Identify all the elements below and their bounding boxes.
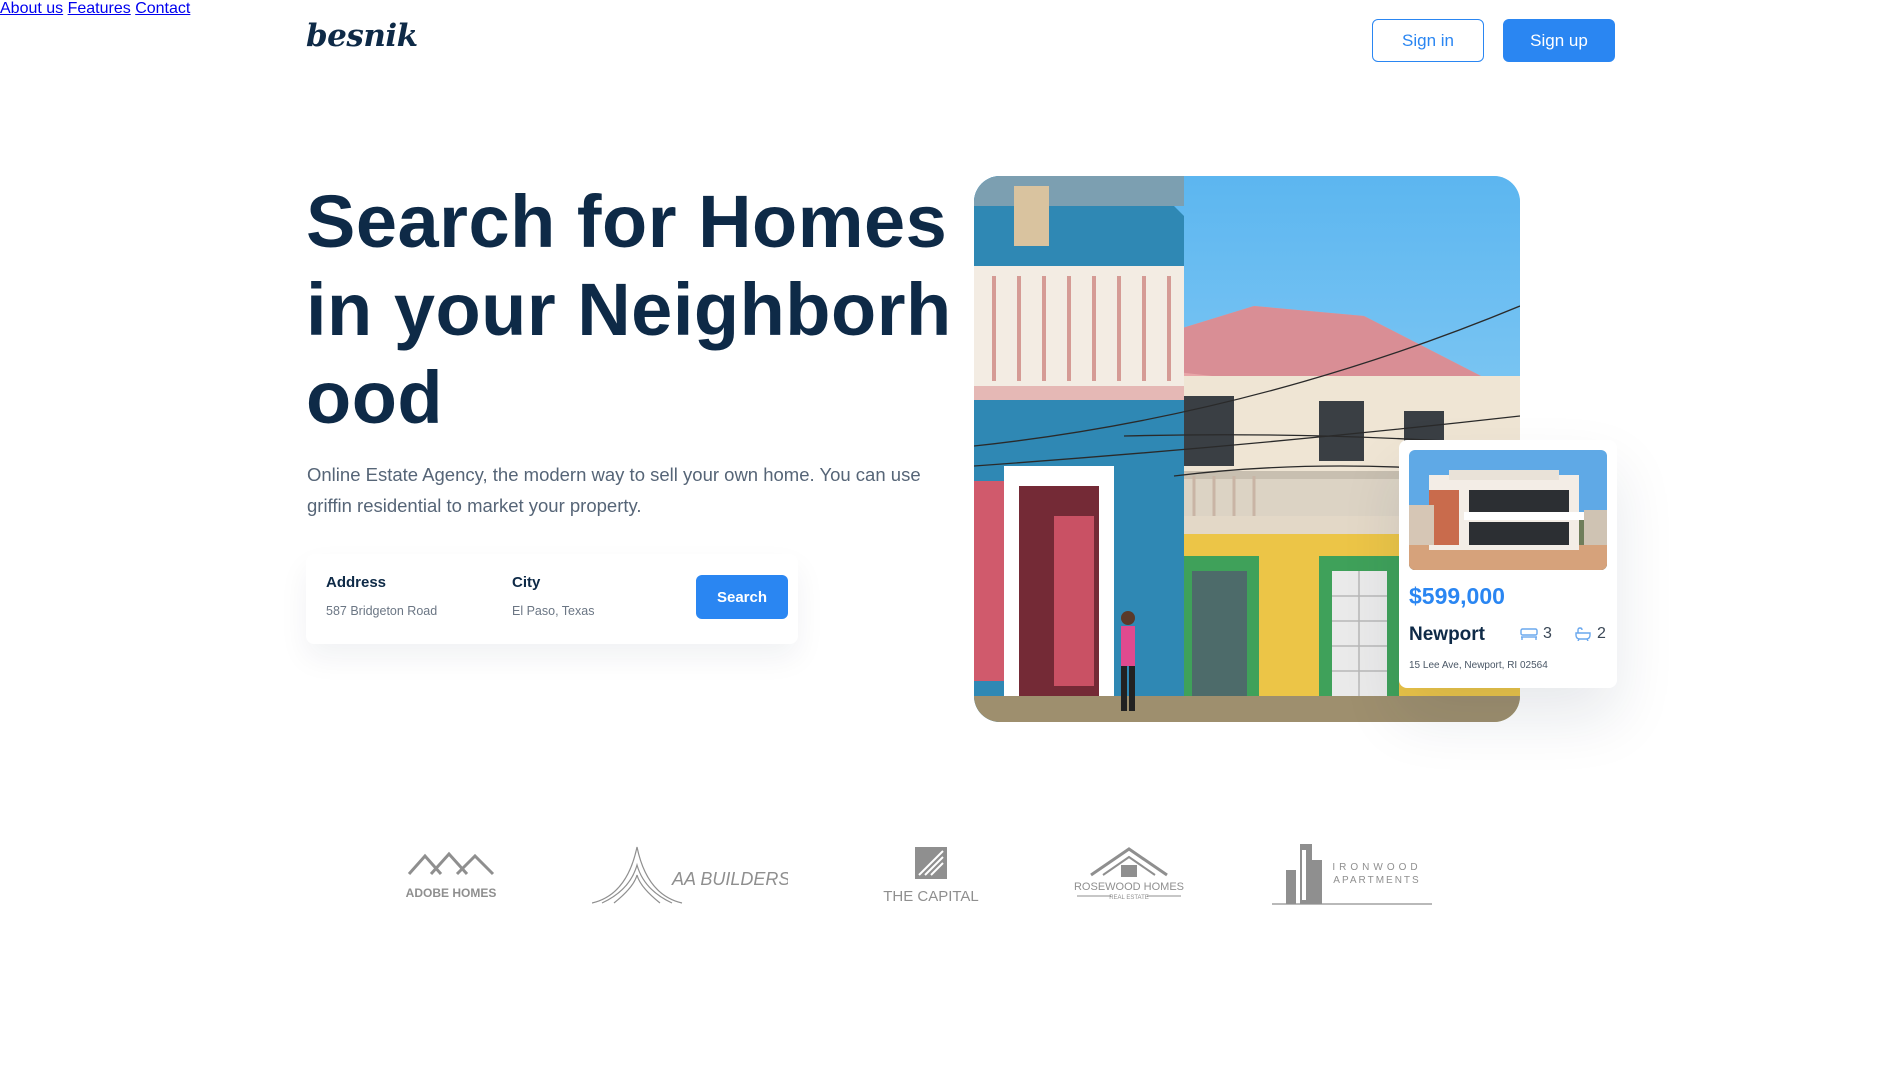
nav-contact[interactable]: Contact (135, 0, 190, 17)
ironwood-apartments-logo: IRONWOOD APARTMENTS (1272, 844, 1432, 905)
city-field[interactable]: City El Paso, Texas (512, 574, 594, 618)
city-value[interactable]: El Paso, Texas (512, 604, 594, 618)
partner-tagline: REAL ESTATE (1109, 895, 1149, 901)
brand-logo[interactable]: besnik (306, 18, 418, 54)
hero-subtitle: Online Estate Agency, the modern way to … (307, 464, 921, 516)
partner-name: AA BUILDERS (671, 869, 788, 889)
aa-builders-logo: AA BUILDERS (592, 846, 788, 904)
partner-name: ROSEWOOD HOMES (1074, 881, 1184, 893)
address-label: Address (326, 574, 387, 591)
property-name: Newport (1409, 624, 1485, 645)
property-thumbnail[interactable] (1409, 450, 1607, 570)
address-value[interactable]: 587 Bridgeton Road (326, 604, 437, 618)
sign-in-button[interactable]: Sign in (1372, 19, 1484, 62)
modern-house-image (1409, 450, 1607, 570)
beds-stat: 3 (1520, 625, 1552, 643)
nav-about-us[interactable]: About us (0, 0, 63, 17)
property-address: 15 Lee Ave, Newport, RI 02564 (1409, 660, 1548, 671)
baths-stat: 2 (1574, 625, 1606, 643)
adobe-homes-logo: ADOBE HOMES (406, 851, 497, 900)
sign-up-button[interactable]: Sign up (1503, 19, 1615, 62)
bath-icon (1575, 627, 1591, 641)
property-price: $599,000 (1409, 583, 1505, 609)
address-field[interactable]: Address 587 Bridgeton Road (326, 574, 437, 618)
baths-count: 2 (1597, 625, 1606, 642)
partner-name: IRONWOOD (1332, 862, 1421, 873)
city-label: City (512, 574, 541, 591)
search-button[interactable]: Search (696, 575, 788, 619)
rosewood-homes-logo: ROSEWOOD HOMES REAL ESTATE (1074, 847, 1184, 901)
hero-title-line: in your Neighborh (306, 268, 952, 351)
featured-property-card[interactable]: $599,000 Newport 3 2 15 Lee Ave, Newport… (1399, 440, 1617, 688)
search-card: Address 587 Bridgeton Road City El Paso,… (306, 554, 798, 644)
partner-name: ADOBE HOMES (406, 886, 497, 900)
hero-title-line: ood (306, 356, 444, 439)
partner-name: THE CAPITAL (883, 888, 979, 905)
hero-title-line: Search for Homes (306, 180, 948, 263)
bed-icon (1520, 628, 1538, 640)
main-nav: About us Features Contact (0, 0, 1901, 18)
the-capital-logo: THE CAPITAL (883, 847, 979, 905)
beds-count: 3 (1543, 625, 1552, 642)
hero-title: Search for Homes in your Neighborh ood (306, 178, 952, 442)
partner-tagline: APARTMENTS (1333, 875, 1420, 886)
nav-features[interactable]: Features (68, 0, 131, 17)
